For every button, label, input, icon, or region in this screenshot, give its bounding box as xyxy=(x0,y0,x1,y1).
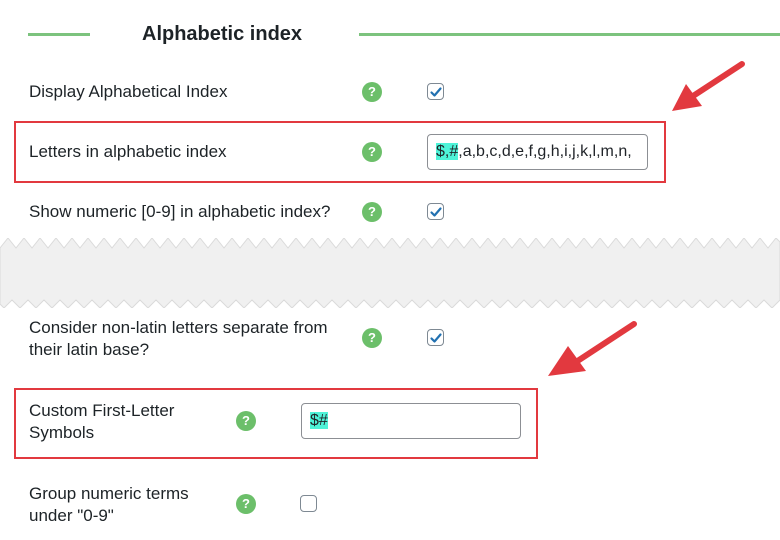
help-icon[interactable]: ? xyxy=(362,202,382,222)
non-latin-label: Consider non-latin letters separate from… xyxy=(29,317,328,361)
numeric-label: Show numeric [0-9] in alphabetic index? xyxy=(29,202,331,221)
non-latin-label-line1: Consider non-latin letters separate from xyxy=(29,318,328,337)
letters-label: Letters in alphabetic index xyxy=(29,142,227,161)
help-icon[interactable]: ? xyxy=(236,494,256,514)
letters-selected-text: $,# xyxy=(436,143,459,160)
help-icon[interactable]: ? xyxy=(236,411,256,431)
group-numeric-label-line1: Group numeric terms xyxy=(29,484,189,503)
non-latin-label-line2: their latin base? xyxy=(29,340,150,359)
custom-symbols-label-line1: Custom First-Letter xyxy=(29,401,175,420)
group-numeric-label: Group numeric terms under "0-9" xyxy=(29,483,189,527)
custom-symbols-selected-text: $# xyxy=(310,412,328,429)
custom-symbols-label: Custom First-Letter Symbols xyxy=(29,400,174,444)
checkmark-icon xyxy=(429,332,442,343)
help-icon[interactable]: ? xyxy=(362,328,382,348)
custom-symbols-input[interactable]: $# xyxy=(301,403,521,439)
group-numeric-label-line2: under "0-9" xyxy=(29,506,114,525)
torn-separator xyxy=(0,238,780,308)
non-latin-checkbox[interactable] xyxy=(427,329,444,346)
display-index-label: Display Alphabetical Index xyxy=(29,82,228,101)
checkmark-icon xyxy=(429,86,442,97)
custom-symbols-label-line2: Symbols xyxy=(29,423,95,442)
letters-remaining-text: ,a,b,c,d,e,f,g,h,i,j,k,l,m,n, xyxy=(458,143,632,160)
display-index-checkbox[interactable] xyxy=(427,83,444,100)
arrow-icon xyxy=(672,61,745,111)
help-icon[interactable]: ? xyxy=(362,142,382,162)
numeric-checkbox[interactable] xyxy=(427,203,444,220)
help-icon[interactable]: ? xyxy=(362,82,382,102)
letters-input[interactable]: $,#,a,b,c,d,e,f,g,h,i,j,k,l,m,n, xyxy=(427,134,648,170)
arrow-icon xyxy=(548,321,637,376)
section-title: Alphabetic index xyxy=(142,23,303,45)
group-numeric-checkbox[interactable] xyxy=(300,495,317,512)
heading-rule-right xyxy=(359,33,780,36)
checkmark-icon xyxy=(429,206,442,217)
heading-rule-left xyxy=(28,33,90,36)
